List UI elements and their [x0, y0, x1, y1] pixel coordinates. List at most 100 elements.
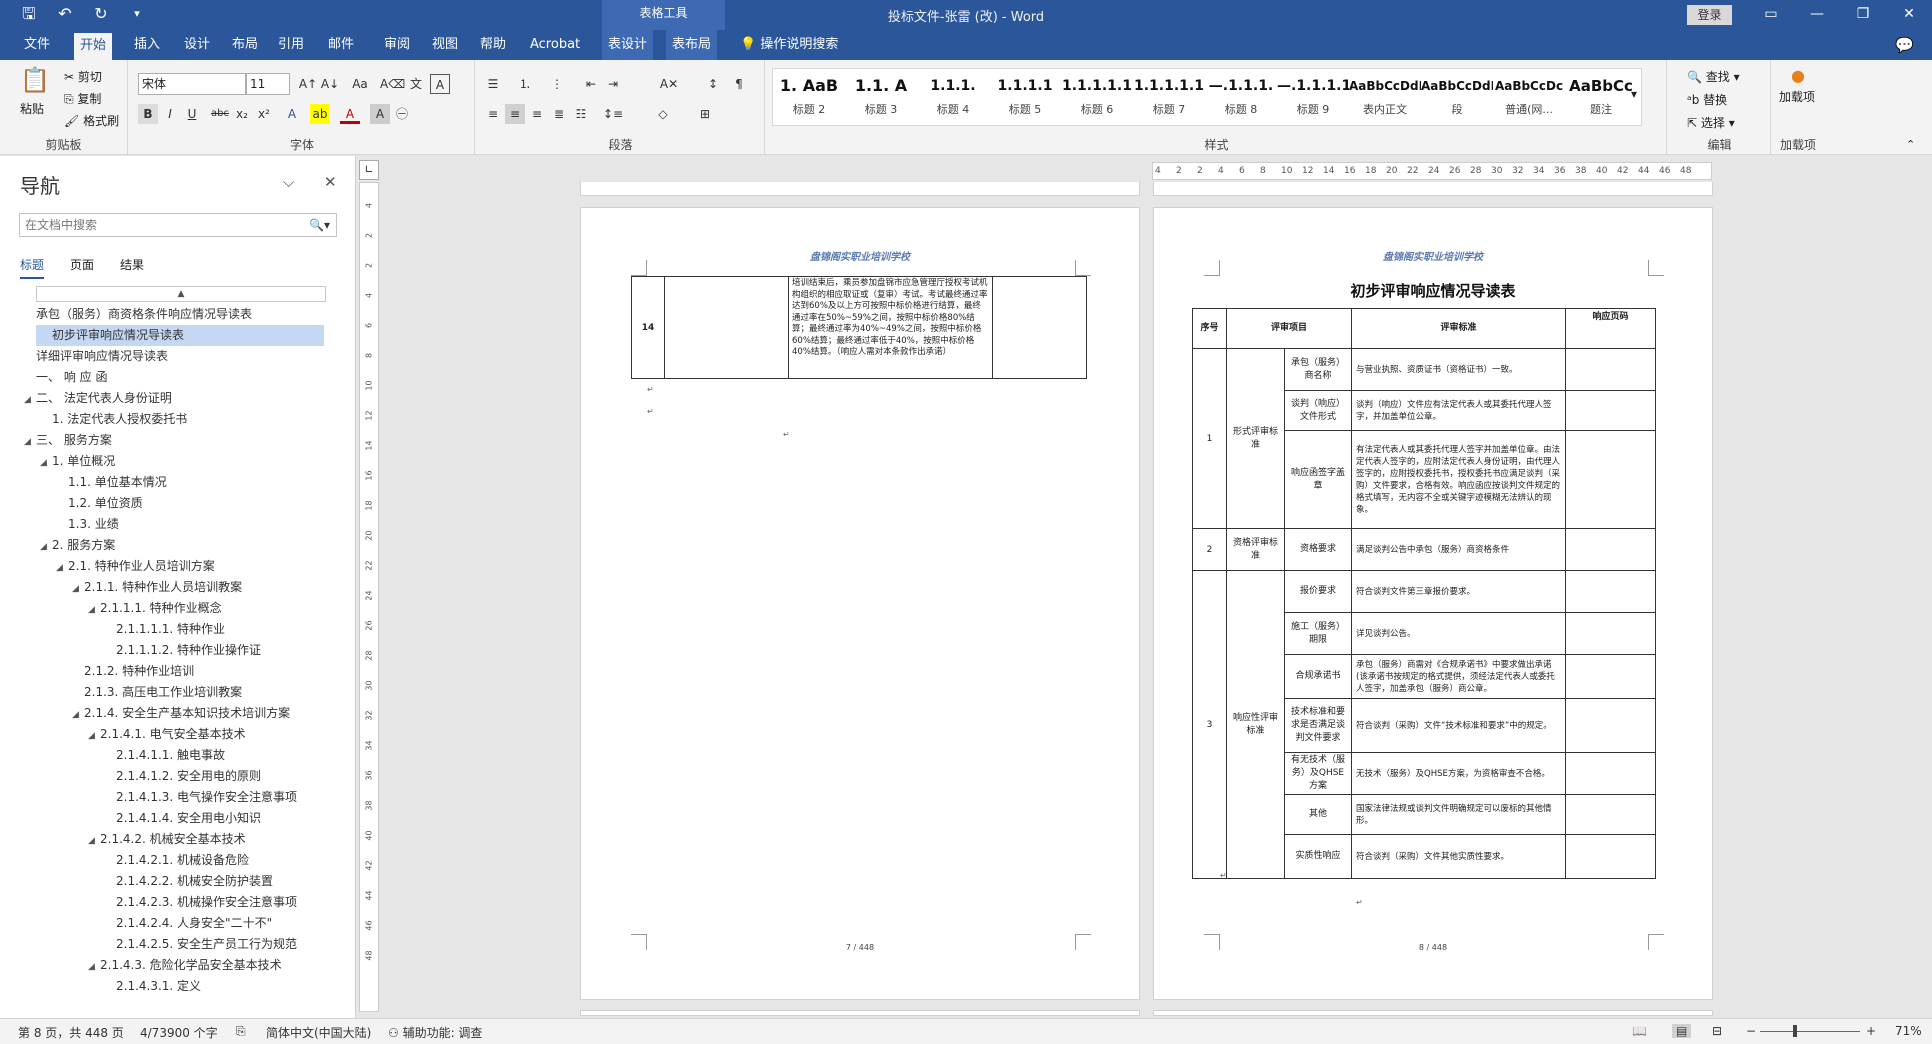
tab-5[interactable]: 引用	[272, 30, 310, 60]
copy-button[interactable]: ⎘ 复制	[64, 90, 101, 107]
tab-0[interactable]: 文件	[18, 30, 56, 60]
subscript-icon[interactable]: x₂	[232, 104, 252, 124]
select-button[interactable]: ⇱ 选择 ▾	[1687, 114, 1735, 131]
numbering-icon[interactable]: ⒈	[515, 74, 535, 94]
format-painter-button[interactable]: 🖌 格式刷	[64, 112, 119, 129]
find-button[interactable]: 🔍 查找 ▾	[1687, 68, 1740, 85]
cut-button[interactable]: ✂ 剪切	[64, 68, 102, 85]
tab-11[interactable]: 表设计	[602, 30, 654, 60]
bold-icon[interactable]: B	[138, 104, 158, 124]
sort-icon[interactable]: ↕	[703, 74, 723, 94]
language[interactable]: 简体中文(中国大陆)	[266, 1024, 371, 1041]
nav-heading-item[interactable]: 2.1.4.2.1. 机械设备危险	[0, 850, 249, 871]
tell-me-search[interactable]: 💡 操作说明搜索	[740, 30, 838, 60]
proofing-icon[interactable]: ⎘	[236, 1024, 246, 1039]
borders-icon[interactable]: ⊞	[695, 104, 715, 124]
change-case-icon[interactable]: Aa	[350, 74, 370, 94]
tab-12[interactable]: 表布局	[666, 30, 718, 60]
nav-heading-item[interactable]: 2.1.4.2.4. 人身安全"二十不"	[0, 913, 272, 934]
replace-button[interactable]: ᵃb 替换	[1687, 91, 1727, 108]
zoom-slider-thumb[interactable]	[1793, 1025, 1797, 1037]
font-size-box[interactable]: 11	[246, 73, 290, 95]
line-spacing-icon[interactable]: ↕≡	[603, 104, 623, 124]
tab-3[interactable]: 设计	[178, 30, 216, 60]
nav-heading-item[interactable]: 1.3. 业绩	[0, 514, 119, 535]
nav-heading-item[interactable]: ◢ 2. 服务方案	[0, 535, 115, 556]
nav-heading-item[interactable]: 2.1.4.1.4. 安全用电小知识	[0, 808, 261, 829]
nav-heading-item[interactable]: 承包（服务）商资格条件响应情况导读表	[0, 304, 252, 325]
paste-icon[interactable]: 📋	[20, 66, 50, 94]
align-left-icon[interactable]: ≡	[483, 104, 503, 124]
distributed-icon[interactable]: ☷	[571, 104, 591, 124]
increase-indent-icon[interactable]: ⇥	[603, 74, 623, 94]
chevron-down-icon[interactable]: ⌵	[283, 173, 294, 191]
nav-heading-item[interactable]: 2.1.1.1.1. 特种作业	[0, 619, 225, 640]
nav-heading-item[interactable]: 2.1.4.1.3. 电气操作安全注意事项	[0, 787, 297, 808]
nav-search-input[interactable]: 在文档中搜索 🔍▾	[19, 213, 337, 237]
nav-heading-item[interactable]: 2.1.4.3.1. 定义	[0, 976, 201, 997]
nav-heading-item[interactable]: 2.1.3. 高压电工作业培训教案	[0, 682, 242, 703]
addins-icon[interactable]: ●	[1791, 66, 1805, 85]
nav-heading-item[interactable]: ◢ 2.1.4. 安全生产基本知识技术培训方案	[0, 703, 290, 724]
enclose-char-icon[interactable]: ㊀	[392, 104, 412, 124]
align-right-icon[interactable]: ≡	[527, 104, 547, 124]
nav-heading-item[interactable]: 详细评审响应情况导读表	[0, 346, 168, 367]
clear-format-icon[interactable]: A⌫	[380, 74, 405, 94]
style-item[interactable]: AaBbCcDdI 段	[1421, 69, 1493, 125]
style-item[interactable]: AaBbCc 题注	[1565, 69, 1637, 125]
tab-8[interactable]: 视图	[426, 30, 464, 60]
login-button[interactable]: 登录	[1687, 5, 1732, 25]
nav-heading-item[interactable]: 1. 法定代表人授权委托书	[0, 409, 187, 430]
chinese-layout-icon[interactable]: A✕	[659, 74, 679, 94]
bullets-icon[interactable]: ☰	[483, 74, 503, 94]
show-marks-icon[interactable]: ¶	[729, 74, 749, 94]
expand-triangle-icon[interactable]: ◢	[56, 558, 68, 579]
nav-tab-2[interactable]: 结果	[120, 256, 144, 279]
superscript-icon[interactable]: x²	[254, 104, 274, 124]
nav-heading-item[interactable]: 2.1.4.2.2. 机械安全防护装置	[0, 871, 273, 892]
nav-heading-item[interactable]: ◢ 2.1.4.3. 危险化学品安全基本技术	[0, 955, 282, 976]
comments-icon[interactable]: 💬	[1895, 36, 1914, 54]
char-shading-icon[interactable]: A	[370, 104, 390, 124]
italic-icon[interactable]: I	[160, 104, 180, 124]
addins-button[interactable]: 加载项	[1779, 90, 1815, 105]
ribbon-display-icon[interactable]: ▭	[1748, 0, 1794, 30]
expand-triangle-icon[interactable]: ◢	[88, 957, 100, 978]
restore-icon[interactable]: ❐	[1840, 0, 1886, 30]
strikethrough-icon[interactable]: abc	[210, 104, 230, 124]
style-item[interactable]: 1.1.1.1.1 标题 6	[1061, 69, 1133, 125]
zoom-level[interactable]: 71%	[1895, 1024, 1922, 1038]
expand-triangle-icon[interactable]: ◢	[88, 726, 100, 747]
tab-4[interactable]: 布局	[226, 30, 264, 60]
nav-heading-item[interactable]: 2.1.4.2.3. 机械操作安全注意事项	[0, 892, 297, 913]
phonetic-icon[interactable]: 文	[406, 74, 426, 94]
style-item[interactable]: 1.1.1.1.1 标题 7	[1133, 69, 1205, 125]
nav-tab-1[interactable]: 页面	[70, 256, 94, 279]
font-name-box[interactable]: 宋体	[138, 73, 246, 95]
tab-7[interactable]: 审阅	[378, 30, 416, 60]
tab-9[interactable]: 帮助	[474, 30, 512, 60]
tab-2[interactable]: 插入	[128, 30, 166, 60]
close-icon[interactable]: ✕	[1886, 0, 1932, 30]
justify-icon[interactable]: ≣	[549, 104, 569, 124]
nav-heading-item[interactable]: ◢ 三、 服务方案	[0, 430, 112, 451]
zoom-slider[interactable]	[1760, 1031, 1860, 1032]
page-7[interactable]: 盘锦阁实职业培训学校 14 培训结束后，乘员参加盘锦市应急管理厅授权考试机构组织…	[580, 207, 1140, 1000]
highlight-icon[interactable]: ab	[310, 104, 330, 124]
underline-icon[interactable]: U	[182, 104, 202, 124]
shading-icon[interactable]: ◇	[653, 104, 673, 124]
nav-heading-item[interactable]: 2.1.2. 特种作业培训	[0, 661, 194, 682]
text-effects-icon[interactable]: A	[282, 104, 302, 124]
expand-triangle-icon[interactable]: ◢	[40, 537, 52, 558]
minimize-icon[interactable]: —	[1794, 0, 1840, 30]
grow-font-icon[interactable]: A↑	[298, 74, 318, 94]
multilevel-list-icon[interactable]: ⋮	[547, 74, 567, 94]
expand-triangle-icon[interactable]: ◢	[88, 831, 100, 852]
print-layout-icon[interactable]: ▤	[1672, 1024, 1692, 1038]
page-8[interactable]: 盘锦阁实职业培训学校 初步评审响应情况导读表 序号 评审项目 评审标准 响应页码 1 形式…	[1153, 207, 1713, 1000]
expand-triangle-icon[interactable]: ◢	[40, 453, 52, 474]
word-count[interactable]: 4/73900 个字	[140, 1024, 218, 1041]
expand-triangle-icon[interactable]: ◢	[24, 432, 36, 453]
nav-heading-item[interactable]: ◢ 2.1.4.1. 电气安全基本技术	[0, 724, 246, 745]
nav-heading-item[interactable]: 1.1. 单位基本情况	[0, 472, 167, 493]
